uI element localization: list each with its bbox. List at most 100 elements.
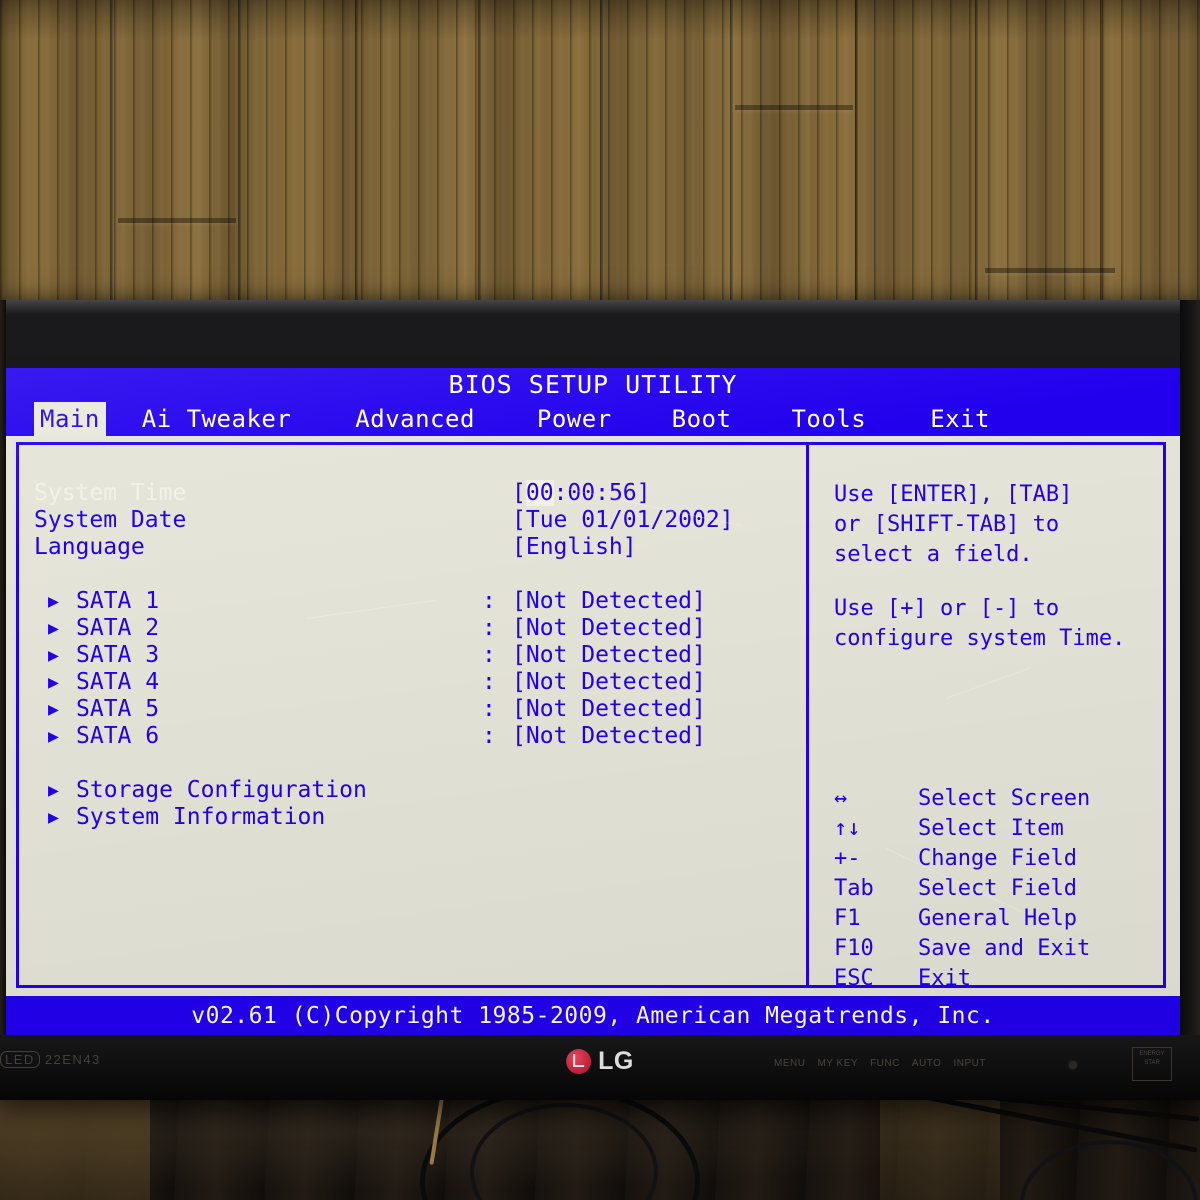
bios-screen: BIOS SETUP UTILITY Main Ai Tweaker Advan… [6,368,1180,1036]
monitor-bottom-bezel: LED 22EN43 LG MENU MY KEY FUNC AUTO INPUT… [0,1035,1200,1100]
submenu-arrow-icon: ▶ [48,591,59,612]
settings-column: System Time [00:00:56] System Date [Tue … [34,480,794,831]
sata-row-1[interactable]: ▶ SATA 1 : [Not Detected] [34,588,794,615]
key-legend-row: F1 General Help [834,904,1164,934]
wood-wall-background [0,0,1200,320]
setting-label-system-time: System Time [34,480,187,506]
key-legend-row: +- Change Field [834,844,1164,874]
submenu-label-storage-configuration: Storage Configuration [76,777,367,803]
setting-value-system-time[interactable]: [00:00:56] [512,480,651,507]
key-legend-row: ↑↓ Select Item [834,814,1164,844]
sata-row-3[interactable]: ▶ SATA 3 : [Not Detected] [34,642,794,669]
sata-colon-6: : [482,723,496,749]
power-button[interactable] [1069,1061,1077,1069]
osd-button-func[interactable]: FUNC [870,1058,900,1069]
submenu-arrow-icon: ▶ [48,618,59,639]
sata-label-3: SATA 3 [76,642,160,668]
submenu-label-system-information: System Information [76,804,326,830]
setting-value-language[interactable]: [English] [512,534,637,561]
key-desc: Change Field [918,846,1077,871]
sata-label-5: SATA 5 [76,696,160,722]
photo-scene: BIOS SETUP UTILITY Main Ai Tweaker Advan… [0,0,1200,1200]
tab-exit[interactable]: Exit [924,402,996,436]
lg-circle-icon [566,1049,592,1074]
sata-label-1: SATA 1 [76,588,160,614]
help-line: Use [ENTER], [TAB] [834,482,1073,507]
key-tab: Tab [834,876,874,901]
sata-label-2: SATA 2 [76,615,160,641]
tab-power[interactable]: Power [531,402,618,436]
monitor-model-label: LED 22EN43 [0,1051,101,1068]
tab-ai-tweaker[interactable]: Ai Tweaker [136,402,298,436]
key-plus-minus: +- [834,846,861,871]
tab-tools[interactable]: Tools [785,402,872,436]
sata-value-4: [Not Detected] [512,669,706,695]
energy-star-badge: ENERGY STAR [1132,1047,1172,1081]
key-legend-row: F10 Save and Exit [834,934,1164,964]
help-line: select a field. [834,542,1033,567]
tab-advanced[interactable]: Advanced [349,402,481,436]
osd-button-row[interactable]: MENU MY KEY FUNC AUTO INPUT [774,1058,986,1069]
submenu-arrow-icon: ▶ [48,645,59,666]
key-f10: F10 [834,936,874,961]
osd-button-menu[interactable]: MENU [774,1058,805,1069]
sata-colon-3: : [482,642,496,668]
key-legend: ↔ Select Screen ↑↓ Select Item +- Change… [834,784,1164,994]
key-f1: F1 [834,906,861,931]
sata-row-5[interactable]: ▶ SATA 5 : [Not Detected] [34,696,794,723]
key-desc: Exit [918,966,971,991]
lg-monitor: BIOS SETUP UTILITY Main Ai Tweaker Advan… [0,300,1200,1100]
osd-button-my-key[interactable]: MY KEY [817,1058,858,1069]
sata-label-6: SATA 6 [76,723,160,749]
setting-row-language[interactable]: Language [English] [34,534,794,561]
sata-colon-2: : [482,615,496,641]
key-desc: Select Item [918,816,1064,841]
sata-colon-5: : [482,696,496,722]
tab-main[interactable]: Main [34,402,106,436]
submenu-arrow-icon: ▶ [48,672,59,693]
key-desc: Select Screen [918,786,1091,811]
tab-boot[interactable]: Boot [666,402,738,436]
submenu-arrow-icon: ▶ [48,726,59,747]
setting-value-system-date[interactable]: [Tue 01/01/2002] [512,507,734,534]
key-arrows-lr-icon: ↔ [834,786,848,811]
page-title: BIOS SETUP UTILITY [6,368,1180,402]
copyright-footer: v02.61 (C)Copyright 1985-2009, American … [6,996,1180,1036]
sata-row-4[interactable]: ▶ SATA 4 : [Not Detected] [34,669,794,696]
sata-row-6[interactable]: ▶ SATA 6 : [Not Detected] [34,723,794,750]
setting-row-system-date[interactable]: System Date [Tue 01/01/2002] [34,507,794,534]
sata-row-2[interactable]: ▶ SATA 2 : [Not Detected] [34,615,794,642]
key-desc: Select Field [918,876,1077,901]
led-badge: LED [0,1051,40,1068]
submenu-arrow-icon: ▶ [48,807,59,828]
setting-label-language: Language [34,534,145,560]
submenu-row-system-information[interactable]: ▶ System Information [34,804,794,831]
sata-label-4: SATA 4 [76,669,160,695]
floor-cables-area [0,1081,1200,1200]
lg-wordmark: LG [598,1047,634,1075]
sata-value-6: [Not Detected] [512,723,706,749]
help-line: Use [+] or [-] to [834,596,1060,621]
osd-button-auto[interactable]: AUTO [912,1058,942,1069]
bios-body: System Time [00:00:56] System Date [Tue … [6,436,1180,996]
submenu-row-storage-configuration[interactable]: ▶ Storage Configuration [34,777,794,804]
sata-value-1: [Not Detected] [512,588,706,614]
lg-logo: LG [566,1047,634,1076]
panel-divider [806,442,809,988]
help-panel: Use [ENTER], [TAB] or [SHIFT-TAB] to sel… [834,480,1164,654]
submenu-arrow-icon: ▶ [48,699,59,720]
time-cursor: 00 [525,480,554,506]
key-legend-row: ESC Exit [834,964,1164,994]
osd-button-input[interactable]: INPUT [953,1058,986,1069]
setting-row-system-time[interactable]: System Time [00:00:56] [34,480,794,507]
help-line: or [SHIFT-TAB] to [834,512,1060,537]
key-arrows-ud-icon: ↑↓ [834,816,861,841]
sata-value-3: [Not Detected] [512,642,706,668]
menu-tab-bar: Main Ai Tweaker Advanced Power Boot Tool… [6,402,1180,436]
submenu-arrow-icon: ▶ [48,780,59,801]
sata-colon-4: : [482,669,496,695]
monitor-model-number: 22EN43 [44,1052,101,1067]
key-esc: ESC [834,966,874,991]
key-legend-row: ↔ Select Screen [834,784,1164,814]
key-legend-row: Tab Select Field [834,874,1164,904]
